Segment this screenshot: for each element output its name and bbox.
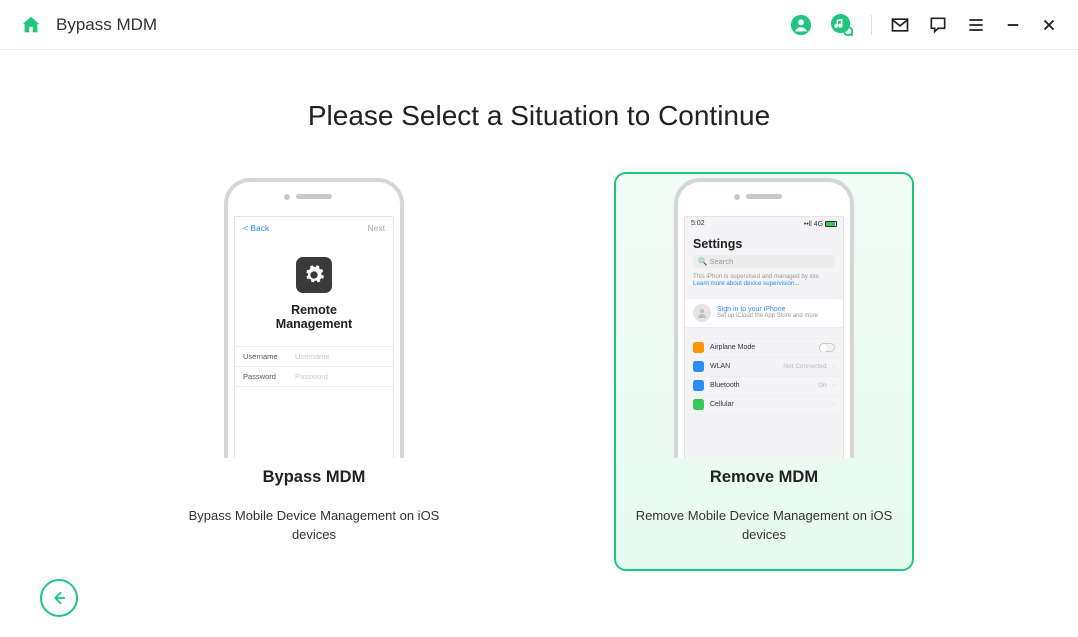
phone-next-label: Next bbox=[368, 223, 385, 233]
phone-signin-row: Sign in to your iPhone Set up iCloud the… bbox=[685, 298, 843, 328]
option-desc: Bypass Mobile Device Management on iOS d… bbox=[176, 507, 452, 545]
phone-illustration: 5:02 ••ll 4G Settings 🔍 Search This iPho… bbox=[664, 178, 864, 458]
toggle-icon bbox=[819, 343, 835, 352]
supervision-note: This iPhon is supervised and managed by … bbox=[693, 273, 835, 288]
phone-back-label: < Back bbox=[243, 223, 269, 233]
options-row: < Back Next Remote Management Username U… bbox=[0, 172, 1078, 571]
phone-screen-title: Remote Management bbox=[235, 303, 393, 332]
menu-icon[interactable] bbox=[966, 15, 986, 35]
avatar-icon bbox=[693, 304, 711, 322]
phone-signal: ••ll 4G bbox=[804, 220, 837, 228]
home-icon[interactable] bbox=[20, 14, 42, 36]
feedback-icon[interactable] bbox=[928, 15, 948, 35]
phone-illustration: < Back Next Remote Management Username U… bbox=[214, 178, 414, 458]
music-transfer-icon[interactable] bbox=[830, 13, 853, 36]
phone-row: Password Password bbox=[235, 366, 393, 387]
phone-settings-item: WLAN Not Connected › bbox=[685, 358, 843, 377]
phone-settings-item: Airplane Mode bbox=[685, 339, 843, 358]
minimize-icon[interactable] bbox=[1004, 16, 1022, 34]
option-title: Remove MDM bbox=[626, 468, 902, 487]
close-icon[interactable] bbox=[1040, 16, 1058, 34]
account-icon[interactable] bbox=[790, 14, 812, 36]
phone-time: 5:02 bbox=[691, 220, 705, 228]
option-desc: Remove Mobile Device Management on iOS d… bbox=[626, 507, 902, 545]
phone-settings-item: Bluetooth On › bbox=[685, 377, 843, 396]
phone-screen-title: Settings bbox=[693, 237, 835, 251]
heading: Please Select a Situation to Continue bbox=[0, 100, 1078, 132]
title-bar: Bypass MDM bbox=[0, 0, 1078, 50]
phone-search: 🔍 Search bbox=[693, 255, 835, 268]
option-card-remove[interactable]: 5:02 ••ll 4G Settings 🔍 Search This iPho… bbox=[614, 172, 914, 571]
page-title: Bypass MDM bbox=[56, 15, 157, 35]
option-title: Bypass MDM bbox=[176, 468, 452, 487]
phone-settings-item: Cellular › bbox=[685, 396, 843, 415]
phone-row: Username Username bbox=[235, 346, 393, 366]
option-card-bypass[interactable]: < Back Next Remote Management Username U… bbox=[164, 172, 464, 571]
main-content: Please Select a Situation to Continue < … bbox=[0, 50, 1078, 571]
mail-icon[interactable] bbox=[890, 15, 910, 35]
back-button[interactable] bbox=[40, 579, 78, 617]
gear-icon bbox=[296, 257, 332, 293]
separator bbox=[871, 15, 872, 35]
arrow-left-icon bbox=[50, 589, 68, 607]
